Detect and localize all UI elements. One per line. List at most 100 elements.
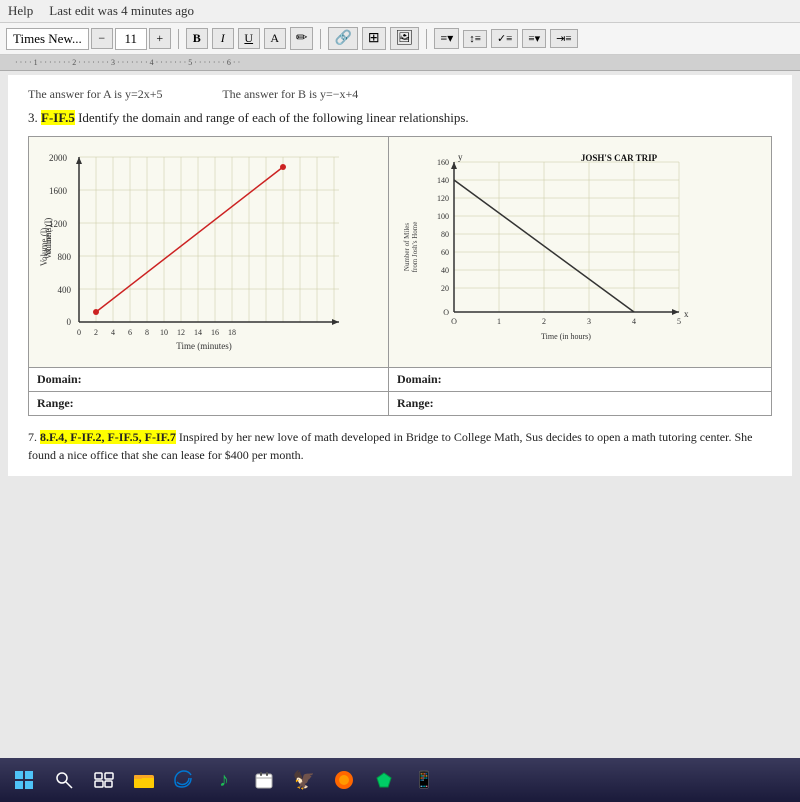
svg-text:4: 4: [111, 328, 115, 337]
svg-text:20: 20: [441, 284, 449, 293]
prev-answer-b: The answer for B is y=−x+4: [222, 87, 358, 101]
right-graph-container: JOSH'S CAR TRIP: [389, 137, 771, 367]
svg-text:O: O: [443, 308, 449, 317]
taskbar: ♪ 🦅 📱: [0, 758, 800, 802]
graphs-container: 0 400 800 1200 1600 2000 0 2 4 6 8 10 12…: [28, 136, 772, 368]
svg-text:1: 1: [497, 317, 501, 326]
font-controls: Times New... − 11 +: [6, 28, 171, 50]
lineheight-button[interactable]: ↕≡: [463, 30, 487, 48]
question-3-text: Identify the domain and range of each of…: [78, 110, 469, 125]
domain-right-label: Domain:: [397, 372, 442, 386]
question-7: 7. 8.F.4, F-IF.2, F-IF.5, F-IF.7 Inspire…: [28, 428, 772, 464]
question-7-tag: 8.F.4, F-IF.2, F-IF.5, F-IF.7: [40, 430, 176, 444]
font-size-input[interactable]: 11: [115, 28, 147, 50]
document-content: The answer for A is y=2x+5 The answer fo…: [8, 75, 792, 476]
svg-text:10: 10: [160, 328, 168, 337]
domain-right-row: Domain:: [389, 368, 771, 392]
table-button[interactable]: ⊞: [362, 27, 386, 50]
document-area: Help Last edit was 4 minutes ago Times N…: [0, 0, 800, 802]
font-color-button[interactable]: A: [264, 28, 286, 49]
underline-button[interactable]: U: [238, 28, 260, 49]
last-edit-status: Last edit was 4 minutes ago: [49, 3, 194, 19]
checklist-button[interactable]: ✓≡: [491, 29, 518, 48]
list-button[interactable]: ≡▾: [522, 29, 546, 48]
svg-text:16: 16: [211, 328, 219, 337]
svg-text:Volume (l): Volume (l): [39, 228, 49, 267]
range-right-label: Range:: [397, 396, 434, 410]
svg-text:400: 400: [58, 285, 72, 295]
taskbar-music-button[interactable]: ♪: [206, 762, 242, 798]
svg-text:100: 100: [437, 212, 449, 221]
toolbar: Times New... − 11 + B I U A ✏ 🔗 ⊞ 🖼 ≡▾ ↕…: [0, 23, 800, 55]
taskbar-taskview-button[interactable]: [86, 762, 122, 798]
align-button[interactable]: ≡▾: [434, 28, 459, 49]
indent-button[interactable]: ⇥≡: [550, 29, 577, 48]
svg-text:O: O: [451, 317, 457, 326]
svg-text:160: 160: [437, 158, 449, 167]
svg-text:2: 2: [94, 328, 98, 337]
bold-button[interactable]: B: [186, 28, 208, 49]
svg-text:80: 80: [441, 230, 449, 239]
svg-text:800: 800: [58, 252, 72, 262]
taskbar-orange-button[interactable]: [326, 762, 362, 798]
taskbar-gem-button[interactable]: [366, 762, 402, 798]
svg-text:2: 2: [542, 317, 546, 326]
svg-text:40: 40: [441, 266, 449, 275]
domain-left-label: Domain:: [37, 372, 82, 386]
domain-range-table: Domain: Range: Domain: Range:: [28, 368, 772, 416]
previous-answers: The answer for A is y=2x+5 The answer fo…: [28, 87, 772, 102]
font-name-dropdown[interactable]: Times New...: [6, 28, 89, 50]
svg-text:5: 5: [677, 317, 681, 326]
range-left-row: Range:: [29, 392, 388, 415]
taskbar-edge-button[interactable]: [166, 762, 202, 798]
domain-left-row: Domain:: [29, 368, 388, 392]
right-graph-svg: JOSH'S CAR TRIP: [399, 147, 699, 357]
link-button[interactable]: 🔗: [328, 27, 357, 50]
svg-text:8: 8: [145, 328, 149, 337]
taskbar-search-button[interactable]: [46, 762, 82, 798]
svg-text:0: 0: [67, 317, 72, 327]
range-left-label: Range:: [37, 396, 74, 410]
svg-text:from Josh's Home: from Josh's Home: [411, 222, 419, 273]
help-bar: Help Last edit was 4 minutes ago: [0, 0, 800, 23]
question-3-header: 3. F-IF.5 Identify the domain and range …: [28, 110, 772, 126]
svg-text:4: 4: [632, 317, 636, 326]
help-menu-item[interactable]: Help: [8, 3, 33, 19]
start-button[interactable]: [6, 762, 42, 798]
svg-text:JOSH'S CAR TRIP: JOSH'S CAR TRIP: [581, 153, 658, 163]
svg-text:6: 6: [128, 328, 132, 337]
toolbar-separator-2: [320, 29, 321, 49]
svg-text:120: 120: [437, 194, 449, 203]
toolbar-separator-1: [178, 29, 179, 49]
taskbar-phone-button[interactable]: 📱: [406, 762, 442, 798]
svg-text:140: 140: [437, 176, 449, 185]
svg-text:2000: 2000: [49, 153, 68, 163]
svg-text:Time (in hours): Time (in hours): [541, 332, 591, 341]
taskbar-calendar-button[interactable]: [246, 762, 282, 798]
svg-text:60: 60: [441, 248, 449, 257]
prev-answer-a: The answer for A is y=2x+5: [28, 87, 163, 101]
italic-button[interactable]: I: [212, 28, 234, 49]
question-7-number: 7.: [28, 430, 37, 444]
left-graph-svg: 0 400 800 1200 1600 2000 0 2 4 6 8 10 12…: [39, 147, 359, 357]
dr-left-column: Domain: Range:: [29, 368, 389, 415]
svg-text:x: x: [684, 309, 689, 319]
svg-text:Number of Miles: Number of Miles: [403, 223, 411, 271]
svg-text:18: 18: [228, 328, 236, 337]
taskbar-eagle-button[interactable]: 🦅: [286, 762, 322, 798]
image-button[interactable]: 🖼: [390, 27, 420, 50]
toolbar-separator-3: [426, 29, 427, 49]
svg-text:12: 12: [177, 328, 185, 337]
taskbar-explorer-button[interactable]: [126, 762, 162, 798]
range-right-row: Range:: [389, 392, 771, 415]
question-3-tag: F-IF.5: [41, 110, 75, 125]
highlight-button[interactable]: ✏: [290, 27, 314, 50]
dr-right-column: Domain: Range:: [389, 368, 771, 415]
svg-text:1600: 1600: [49, 186, 68, 196]
svg-text:3: 3: [587, 317, 591, 326]
plus-button[interactable]: +: [149, 28, 171, 49]
svg-text:y: y: [458, 152, 463, 162]
minus-button[interactable]: −: [91, 28, 113, 49]
svg-text:0: 0: [77, 328, 81, 337]
ruler: · · · · 1 · · · · · · · 2 · · · · · · · …: [0, 55, 800, 71]
